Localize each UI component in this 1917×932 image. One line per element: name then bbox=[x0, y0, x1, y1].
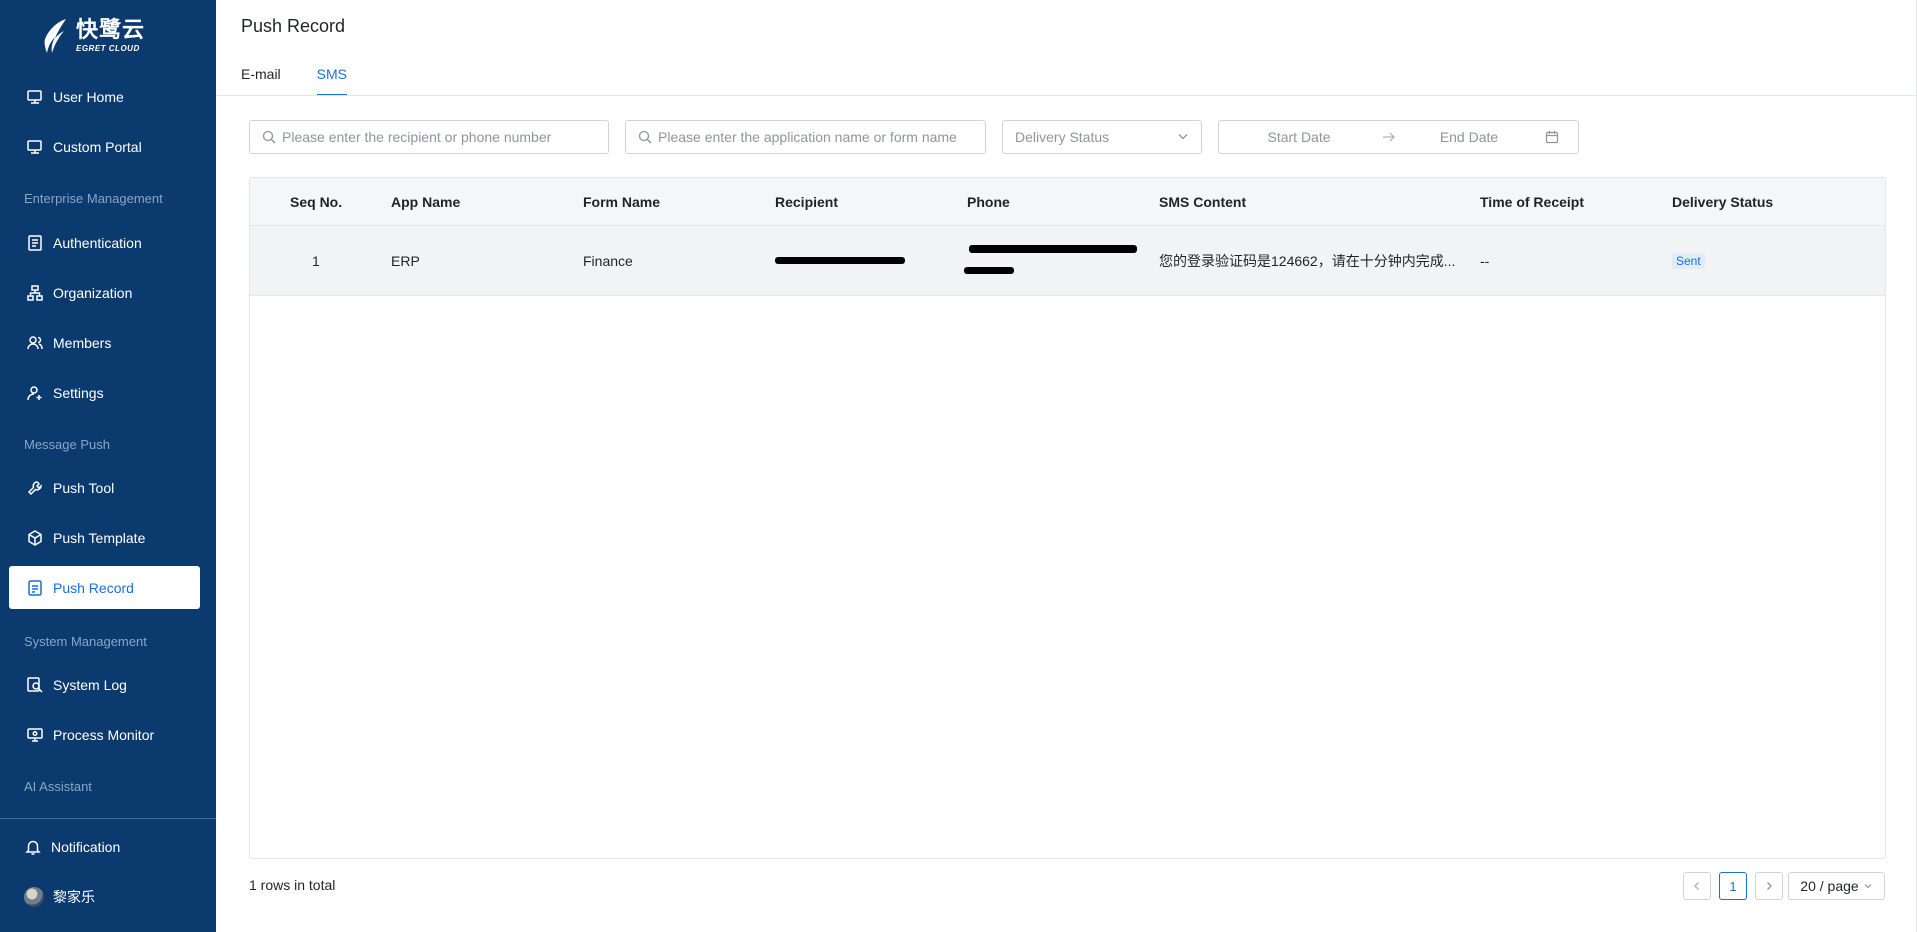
tab-bar: E-mail SMS bbox=[241, 66, 348, 96]
tabs-divider bbox=[216, 95, 1917, 96]
cell-time-of-receipt: -- bbox=[1480, 252, 1490, 269]
cube-icon bbox=[26, 529, 44, 547]
status-badge: Sent bbox=[1672, 252, 1705, 269]
monitor-settings-icon bbox=[26, 726, 44, 744]
section-enterprise-management: Enterprise Management bbox=[24, 191, 163, 206]
cell-delivery-status: Sent bbox=[1672, 226, 1705, 295]
avatar bbox=[24, 886, 44, 907]
monitor-icon bbox=[26, 88, 44, 106]
date-range-picker[interactable]: Start Date End Date bbox=[1218, 120, 1579, 154]
start-date-input[interactable]: Start Date bbox=[1219, 129, 1379, 145]
col-app-name: App Name bbox=[391, 193, 461, 210]
delivery-status-placeholder: Delivery Status bbox=[1015, 129, 1110, 145]
sidebar: 快鹭云 EGRET CLOUD User Home Custom Portal … bbox=[0, 0, 216, 932]
end-date-input[interactable]: End Date bbox=[1399, 129, 1539, 145]
sidebar-divider bbox=[0, 818, 216, 819]
sidebar-item-label: Custom Portal bbox=[53, 138, 142, 155]
egret-logo-icon bbox=[44, 19, 66, 53]
bell-icon bbox=[24, 838, 42, 856]
search-icon bbox=[638, 130, 652, 144]
sidebar-item-system-log[interactable]: System Log bbox=[9, 663, 200, 706]
document-icon bbox=[26, 579, 44, 597]
sidebar-item-user-home[interactable]: User Home bbox=[9, 75, 200, 118]
sidebar-item-push-template[interactable]: Push Template bbox=[9, 516, 200, 559]
col-sms-content: SMS Content bbox=[1159, 193, 1247, 210]
arrow-right-icon bbox=[1379, 131, 1399, 143]
sidebar-item-label: Notification bbox=[51, 838, 121, 855]
sidebar-item-label: System Log bbox=[53, 676, 127, 693]
sidebar-item-custom-portal[interactable]: Custom Portal bbox=[9, 125, 200, 168]
page-number-button[interactable]: 1 bbox=[1719, 872, 1747, 900]
table-header: Seq No. App Name Form Name Recipient Pho… bbox=[250, 178, 1885, 226]
page-title: Push Record bbox=[241, 16, 346, 36]
col-seq-no: Seq No. bbox=[290, 193, 343, 210]
user-name: 黎家乐 bbox=[53, 888, 95, 905]
phone-redaction bbox=[964, 267, 1014, 274]
tab-sms[interactable]: SMS bbox=[316, 66, 348, 96]
section-system-management: System Management bbox=[24, 634, 147, 649]
org-tree-icon bbox=[26, 284, 44, 302]
brand-logo[interactable]: 快鹭云 EGRET CLOUD bbox=[40, 16, 145, 56]
sidebar-item-authentication[interactable]: Authentication bbox=[9, 221, 200, 264]
total-count: 1 rows in total bbox=[249, 877, 336, 893]
sidebar-item-label: Push Tool bbox=[53, 479, 115, 496]
sidebar-item-notification[interactable]: Notification bbox=[9, 825, 200, 868]
app-search-input[interactable] bbox=[658, 121, 985, 153]
users-icon bbox=[26, 334, 44, 352]
sidebar-item-label: Members bbox=[53, 334, 112, 351]
brand-name-cn: 快鹭云 bbox=[76, 17, 146, 42]
sidebar-user[interactable]: 黎家乐 bbox=[9, 875, 200, 918]
col-form-name: Form Name bbox=[583, 193, 661, 210]
cell-form-name: Finance bbox=[583, 252, 633, 269]
cell-sms-content: 您的登录验证码是124662，请在十分钟内完成... bbox=[1159, 252, 1456, 269]
id-card-icon bbox=[26, 234, 44, 252]
wrench-icon bbox=[26, 479, 44, 497]
prev-page-button[interactable] bbox=[1683, 872, 1711, 900]
app-search-field[interactable] bbox=[625, 120, 986, 154]
sidebar-item-label: Push Record bbox=[53, 579, 134, 596]
sidebar-item-push-tool[interactable]: Push Tool bbox=[9, 466, 200, 509]
cell-seq-no: 1 bbox=[312, 252, 320, 269]
delivery-status-select[interactable]: Delivery Status bbox=[1002, 120, 1202, 154]
chevron-down-icon bbox=[1863, 878, 1873, 894]
sidebar-item-label: Organization bbox=[53, 284, 133, 301]
sidebar-item-label: Settings bbox=[53, 384, 104, 401]
search-icon bbox=[262, 130, 276, 144]
sidebar-item-members[interactable]: Members bbox=[9, 321, 200, 364]
recipient-search-field[interactable] bbox=[249, 120, 609, 154]
main-content: Push Record E-mail SMS Delivery Status S… bbox=[216, 0, 1917, 932]
monitor-icon bbox=[26, 138, 44, 156]
table-row[interactable]: 1 ERP Finance 您的登录验证码是124662，请在十分钟内完成...… bbox=[250, 226, 1885, 296]
sidebar-item-settings[interactable]: Settings bbox=[9, 371, 200, 414]
recipient-search-input[interactable] bbox=[282, 121, 608, 153]
recipient-redaction bbox=[775, 257, 905, 264]
page-size-select[interactable]: 20 / page bbox=[1788, 872, 1885, 900]
cell-app-name: ERP bbox=[391, 252, 420, 269]
section-message-push: Message Push bbox=[24, 437, 110, 452]
sidebar-item-label: Authentication bbox=[53, 234, 142, 251]
sidebar-item-push-record[interactable]: Push Record bbox=[9, 566, 200, 609]
next-page-button[interactable] bbox=[1755, 872, 1783, 900]
sidebar-item-process-monitor[interactable]: Process Monitor bbox=[9, 713, 200, 756]
sms-record-table: Seq No. App Name Form Name Recipient Pho… bbox=[249, 177, 1886, 859]
chevron-right-icon bbox=[1764, 879, 1774, 894]
tab-email[interactable]: E-mail bbox=[241, 66, 281, 96]
chevron-down-icon bbox=[1177, 129, 1189, 145]
sidebar-item-label: User Home bbox=[53, 88, 124, 105]
search-doc-icon bbox=[26, 676, 44, 694]
sidebar-item-organization[interactable]: Organization bbox=[9, 271, 200, 314]
calendar-icon bbox=[1545, 130, 1559, 144]
section-ai-assistant[interactable]: AI Assistant bbox=[24, 779, 92, 794]
chevron-left-icon bbox=[1692, 879, 1702, 894]
sidebar-item-label: Process Monitor bbox=[53, 726, 155, 743]
page-size-value: 20 / page bbox=[1800, 878, 1859, 894]
col-recipient: Recipient bbox=[775, 193, 839, 210]
sidebar-item-label: Push Template bbox=[53, 529, 146, 546]
brand-name-en: EGRET CLOUD bbox=[76, 44, 140, 53]
col-time-of-receipt: Time of Receipt bbox=[1480, 193, 1584, 210]
phone-redaction bbox=[969, 245, 1137, 253]
col-delivery-status: Delivery Status bbox=[1672, 193, 1774, 210]
user-settings-icon bbox=[26, 384, 44, 402]
col-phone: Phone bbox=[967, 193, 1010, 210]
